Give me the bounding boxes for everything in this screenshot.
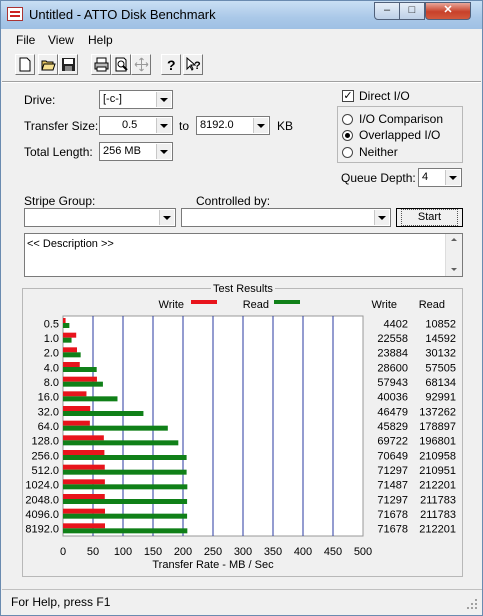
description-text: << Description >> (27, 238, 114, 250)
context-help-button[interactable]: ? (183, 54, 203, 75)
chevron-down-icon[interactable] (156, 118, 171, 133)
resize-grip-icon[interactable] (466, 598, 478, 610)
chevron-down-icon[interactable] (159, 210, 174, 225)
drive-select[interactable]: [-c-] (99, 90, 173, 109)
controlled-by-select[interactable] (181, 208, 391, 227)
start-label: Start (400, 209, 459, 226)
help-icon: ? (167, 57, 176, 72)
help-button[interactable]: ? (161, 54, 181, 75)
save-icon (62, 58, 75, 71)
print-button[interactable] (91, 54, 111, 75)
overlapped-io-radio[interactable] (342, 130, 353, 141)
to-label: to (179, 119, 190, 133)
stripe-group-select[interactable] (24, 208, 176, 227)
menu-help[interactable]: Help (88, 33, 113, 47)
test-results-title: Test Results (211, 283, 275, 295)
transfer-size-to-select[interactable]: 8192.0 (196, 116, 270, 135)
close-button[interactable]: ✕ (425, 2, 471, 20)
stripe-group-label: Stripe Group: (24, 194, 96, 208)
menu-bar: File View Help (2, 30, 482, 48)
description-field[interactable]: << Description >> (24, 233, 463, 277)
transfer-size-label: Transfer Size: (24, 119, 99, 133)
save-button[interactable] (58, 54, 78, 75)
drive-label: Drive: (24, 93, 56, 107)
scroll-arrows-icon (451, 238, 457, 271)
window-title: Untitled - ATTO Disk Benchmark (29, 7, 216, 22)
title-bar[interactable]: Untitled - ATTO Disk Benchmark – □ ✕ (1, 1, 482, 29)
io-comparison-label[interactable]: I/O Comparison (359, 112, 443, 126)
description-scrollbar[interactable] (445, 234, 462, 276)
io-comparison-radio[interactable] (342, 114, 353, 125)
context-help-icon: ? (186, 57, 201, 72)
chevron-down-icon[interactable] (445, 170, 460, 185)
toolbar-separator (2, 81, 481, 83)
chevron-down-icon[interactable] (253, 118, 268, 133)
new-icon (19, 57, 31, 72)
neither-radio[interactable] (342, 147, 353, 158)
app-window: Untitled - ATTO Disk Benchmark – □ ✕ Fil… (0, 0, 483, 616)
total-length-label: Total Length: (24, 145, 93, 159)
menu-file[interactable]: File (16, 33, 35, 47)
chevron-down-icon[interactable] (374, 210, 389, 225)
kb-label: KB (277, 119, 294, 133)
open-icon (41, 60, 56, 71)
open-button[interactable] (38, 54, 58, 75)
print-preview-button[interactable] (111, 54, 131, 75)
direct-io-label[interactable]: Direct I/O (359, 89, 410, 103)
menu-view[interactable]: View (48, 33, 74, 47)
transfer-size-to-value: 8192.0 (200, 119, 234, 131)
app-icon (7, 7, 23, 21)
test-results-group (22, 288, 463, 577)
transfer-size-from-value: 0.5 (122, 119, 138, 131)
chevron-down-icon[interactable] (156, 144, 171, 159)
status-text: For Help, press F1 (11, 595, 111, 609)
print-icon (94, 57, 109, 72)
direct-io-checkbox[interactable]: ✓ (342, 90, 354, 102)
total-length-select[interactable]: 256 MB (99, 142, 173, 161)
new-button[interactable] (15, 54, 35, 75)
drive-value: [-c-] (103, 93, 122, 105)
controlled-by-label: Controlled by: (196, 194, 271, 208)
minimize-button[interactable]: – (374, 2, 400, 20)
overlapped-io-label[interactable]: Overlapped I/O (359, 128, 440, 142)
start-button[interactable]: Start (396, 208, 463, 227)
queue-depth-select[interactable]: 4 (418, 168, 462, 187)
print-preview-icon (115, 57, 128, 72)
queue-depth-label: Queue Depth: (341, 171, 416, 185)
move-button[interactable] (131, 54, 151, 75)
status-bar: For Help, press F1 (2, 589, 482, 616)
move-icon (134, 57, 149, 72)
chevron-down-icon[interactable] (156, 92, 171, 107)
maximize-button[interactable]: □ (399, 2, 425, 20)
queue-depth-value: 4 (422, 171, 429, 183)
neither-label[interactable]: Neither (359, 145, 398, 159)
svg-text:?: ? (167, 57, 176, 72)
svg-text:?: ? (194, 60, 201, 72)
transfer-size-from-select[interactable]: 0.5 (99, 116, 173, 135)
total-length-value: 256 MB (103, 145, 141, 157)
